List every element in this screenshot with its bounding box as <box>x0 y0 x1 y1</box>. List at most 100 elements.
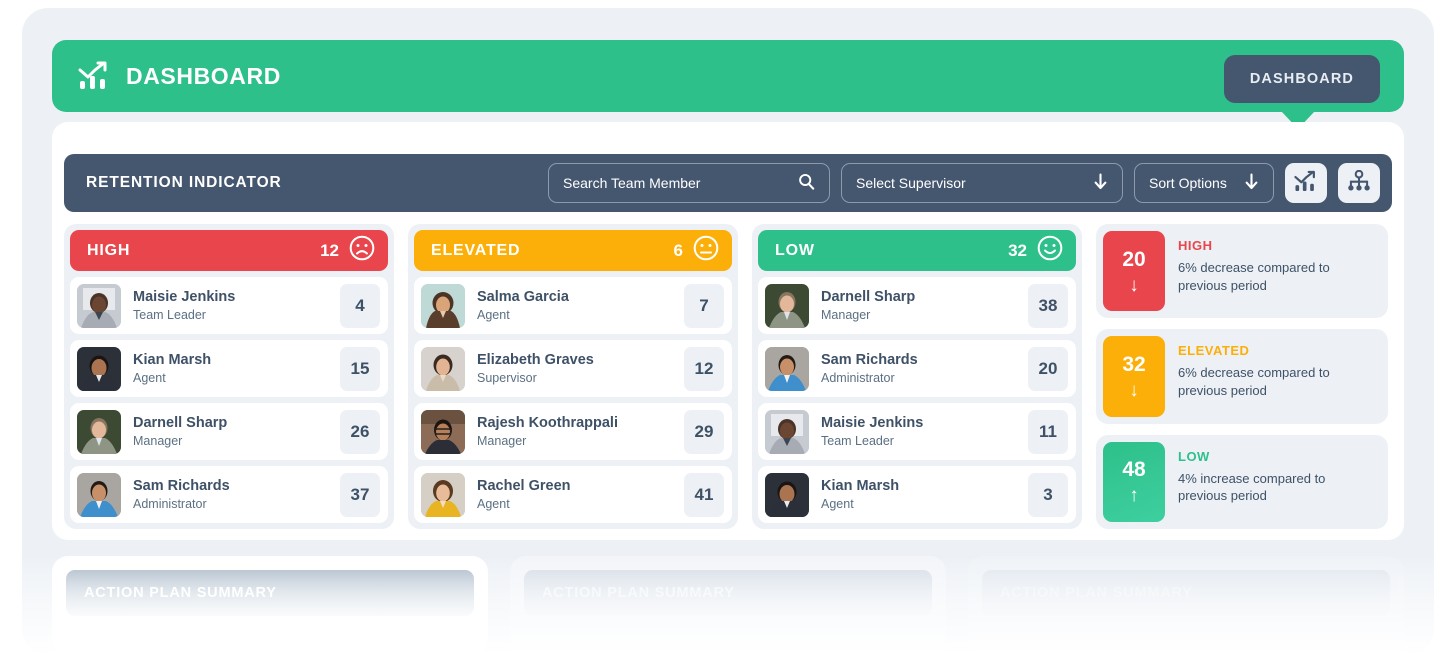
table-row[interactable]: Kian Marsh Agent 15 <box>70 340 388 397</box>
person-name: Rachel Green <box>477 478 571 494</box>
panel-title: RETENTION INDICATOR <box>86 174 282 191</box>
sort-label: Sort Options <box>1149 175 1227 191</box>
person-role: Agent <box>477 497 510 511</box>
person-name: Sam Richards <box>133 478 230 494</box>
arrow-down-icon[interactable] <box>1244 173 1259 193</box>
column-count: 6 <box>673 240 683 260</box>
arrow-down-icon[interactable] <box>1093 173 1108 193</box>
summary-card-elevated[interactable]: 32 ↓ ELEVATED 6% decrease compared to pr… <box>1096 329 1388 424</box>
summary-text: 4% increase compared to previous period <box>1178 470 1326 504</box>
person-list-elevated: Salma Garcia Agent 7 Elizabeth Graves Su… <box>414 271 732 523</box>
supervisor-select[interactable]: Select Supervisor <box>841 163 1123 203</box>
column-header-high: HIGH 12 <box>70 230 388 271</box>
table-row[interactable]: Darnell Sharp Manager 26 <box>70 403 388 460</box>
column-low: LOW 32 Darnell Sharp Manager 38 Sam Rich… <box>752 224 1082 529</box>
neutral-face-icon <box>693 235 719 266</box>
summary-card-high[interactable]: 20 ↓ HIGH 6% decrease compared to previo… <box>1096 224 1388 319</box>
table-row[interactable]: Rajesh Koothrappali Manager 29 <box>414 403 732 460</box>
table-row[interactable]: Darnell Sharp Manager 38 <box>758 277 1076 334</box>
person-score: 11 <box>1028 409 1068 454</box>
person-score: 3 <box>1028 472 1068 517</box>
summary-value: 20 <box>1122 247 1146 271</box>
table-row[interactable]: Maisie Jenkins Team Leader 4 <box>70 277 388 334</box>
table-row[interactable]: Maisie Jenkins Team Leader 11 <box>758 403 1076 460</box>
table-row[interactable]: Rachel Green Agent 41 <box>414 466 732 523</box>
summary-stack: 20 ↓ HIGH 6% decrease compared to previo… <box>1096 224 1388 529</box>
person-score: 41 <box>684 472 724 517</box>
column-label: LOW <box>775 241 815 259</box>
person-name: Elizabeth Graves <box>477 352 594 368</box>
person-name: Rajesh Koothrappali <box>477 415 618 431</box>
column-high: HIGH 12 Maisie Jenkins Team Leader 4 Kia… <box>64 224 394 529</box>
summary-card-low[interactable]: 48 ↑ LOW 4% increase compared to previou… <box>1096 434 1388 529</box>
person-score: 4 <box>340 283 380 328</box>
app-header: DASHBOARD DASHBOARD <box>52 40 1404 112</box>
person-list-high: Maisie Jenkins Team Leader 4 Kian Marsh <box>70 271 388 523</box>
avatar <box>421 472 465 517</box>
person-role: Agent <box>477 308 510 322</box>
chart-trend-icon <box>78 61 112 91</box>
org-chart-icon <box>1347 169 1371 196</box>
retention-columns: HIGH 12 Maisie Jenkins Team Leader 4 Kia… <box>64 224 1392 529</box>
summary-text: 6% decrease compared to previous period <box>1178 260 1330 293</box>
retention-panel: RETENTION INDICATOR Search Team Member S… <box>52 122 1404 540</box>
app-header-brand: DASHBOARD <box>78 40 281 112</box>
table-row[interactable]: Kian Marsh Agent 3 <box>758 466 1076 523</box>
action-plan-card[interactable]: ACTION PLAN SUMMARY <box>510 556 946 654</box>
search-icon[interactable] <box>798 173 815 193</box>
avatar <box>77 472 121 517</box>
person-score: 15 <box>340 346 380 391</box>
dashboard-tooltip-button[interactable]: DASHBOARD <box>1223 55 1380 103</box>
sad-face-icon <box>349 235 375 266</box>
summary-label: HIGH <box>1178 238 1213 253</box>
person-score: 7 <box>684 283 724 328</box>
column-header-elevated: ELEVATED 6 <box>414 230 732 271</box>
person-role: Administrator <box>133 497 207 511</box>
action-plan-row: ACTION PLAN SUMMARY ACTION PLAN SUMMARY … <box>52 556 1404 654</box>
screenshot-root: DASHBOARD DASHBOARD RETENTION INDICATOR … <box>0 0 1456 662</box>
search-placeholder: Search Team Member <box>563 175 701 191</box>
table-row[interactable]: Sam Richards Administrator 20 <box>758 340 1076 397</box>
search-input[interactable]: Search Team Member <box>548 163 830 203</box>
person-score: 37 <box>340 472 380 517</box>
arrow-up-icon: ↑ <box>1129 485 1139 507</box>
person-role: Team Leader <box>133 308 206 322</box>
person-score: 20 <box>1028 346 1068 391</box>
app-shell: DASHBOARD DASHBOARD RETENTION INDICATOR … <box>22 8 1434 654</box>
person-role: Team Leader <box>821 434 894 448</box>
retention-toolbar: RETENTION INDICATOR Search Team Member S… <box>64 154 1392 212</box>
avatar <box>765 472 809 517</box>
person-role: Manager <box>133 434 183 448</box>
person-name: Darnell Sharp <box>821 289 916 305</box>
person-role: Administrator <box>821 371 895 385</box>
table-row[interactable]: Sam Richards Administrator 37 <box>70 466 388 523</box>
person-name: Maisie Jenkins <box>821 415 924 431</box>
avatar <box>421 409 465 454</box>
avatar <box>765 283 809 328</box>
chart-trend-icon <box>1293 170 1319 196</box>
column-elevated: ELEVATED 6 Salma Garcia Agent 7 Elizabet… <box>408 224 738 529</box>
person-name: Kian Marsh <box>821 478 900 494</box>
table-row[interactable]: Elizabeth Graves Supervisor 12 <box>414 340 732 397</box>
summary-value: 32 <box>1122 352 1146 376</box>
action-plan-card[interactable]: ACTION PLAN SUMMARY <box>52 556 488 654</box>
person-score: 12 <box>684 346 724 391</box>
person-role: Supervisor <box>477 371 537 385</box>
org-view-button[interactable] <box>1338 163 1380 203</box>
table-row[interactable]: Salma Garcia Agent 7 <box>414 277 732 334</box>
chart-view-button[interactable] <box>1285 163 1327 203</box>
action-plan-card[interactable]: ACTION PLAN SUMMARY <box>968 556 1404 654</box>
avatar <box>77 346 121 391</box>
person-role: Manager <box>477 434 527 448</box>
sort-options-select[interactable]: Sort Options <box>1134 163 1274 203</box>
action-plan-title: ACTION PLAN SUMMARY <box>524 570 932 616</box>
avatar <box>765 346 809 391</box>
column-label: HIGH <box>87 241 131 259</box>
person-name: Maisie Jenkins <box>133 289 236 305</box>
column-count: 32 <box>1008 240 1027 260</box>
arrow-down-icon: ↓ <box>1129 379 1139 401</box>
person-name: Sam Richards <box>821 352 918 368</box>
summary-label: LOW <box>1178 448 1210 464</box>
column-header-low: LOW 32 <box>758 230 1076 271</box>
summary-badge: 32 ↓ <box>1103 336 1165 417</box>
